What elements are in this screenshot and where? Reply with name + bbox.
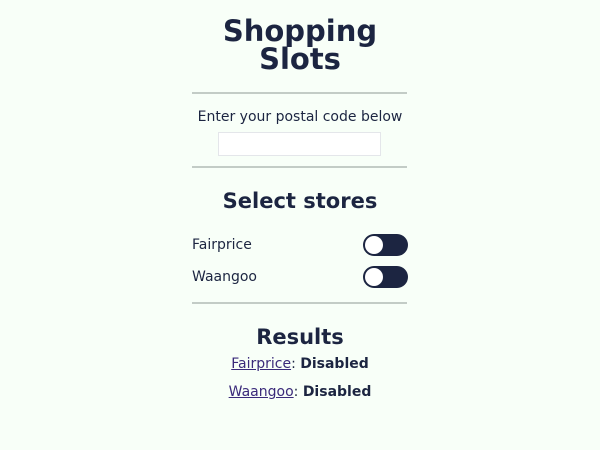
page-title-line2: Slots [259, 42, 341, 76]
divider-middle [192, 166, 407, 168]
waangoo-toggle[interactable] [363, 266, 408, 288]
toggle-knob [365, 236, 383, 254]
store-row-fairprice: Fairprice [192, 234, 408, 258]
result-separator: : [291, 356, 301, 372]
result-link-fairprice[interactable]: Fairprice [231, 356, 291, 372]
result-row-fairprice: Fairprice: Disabled [150, 356, 450, 373]
results-heading: Results [256, 325, 344, 349]
select-stores-heading: Select stores [222, 189, 378, 213]
postal-code-input[interactable] [218, 132, 381, 156]
divider-top [192, 92, 407, 94]
result-separator: : [293, 384, 303, 400]
result-link-waangoo[interactable]: Waangoo [229, 384, 294, 400]
postal-code-label: Enter your postal code below [197, 109, 403, 125]
result-status-waangoo: Disabled [302, 384, 372, 400]
divider-bottom [192, 302, 407, 304]
result-row-waangoo: Waangoo: Disabled [150, 384, 450, 401]
store-name-fairprice: Fairprice [192, 237, 252, 253]
toggle-knob [365, 268, 383, 286]
store-name-waangoo: Waangoo [192, 269, 257, 285]
shopping-slots-page: Shopping Slots Enter your postal code bel… [0, 0, 600, 450]
page-title: Shopping Slots [180, 17, 420, 76]
store-row-waangoo: Waangoo [192, 266, 408, 290]
fairprice-toggle[interactable] [363, 234, 408, 256]
result-status-fairprice: Disabled [300, 356, 369, 372]
